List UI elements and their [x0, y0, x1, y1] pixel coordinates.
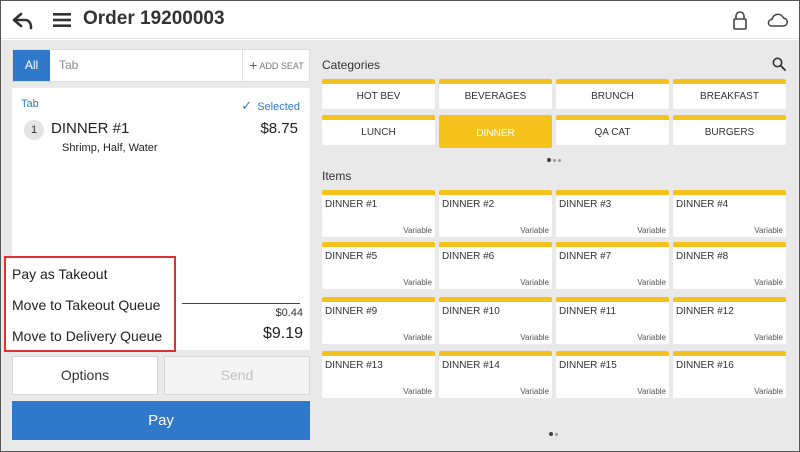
item-tile-name: DINNER #8: [676, 251, 729, 262]
categories-heading: Categories: [322, 58, 381, 72]
item-tile-name: DINNER #6: [442, 251, 495, 262]
item-tile-name: DINNER #16: [676, 360, 734, 371]
item-tile[interactable]: DINNER #1 Variable: [322, 190, 435, 237]
plus-icon: +: [249, 57, 258, 73]
menu-item-move-to-takeout-queue[interactable]: Move to Takeout Queue: [12, 297, 160, 313]
line-item-modifiers: Shrimp, Half, Water: [62, 142, 158, 154]
item-tile[interactable]: DINNER #13 Variable: [322, 351, 435, 398]
item-tile-name: DINNER #10: [442, 306, 500, 317]
line-item-name[interactable]: DINNER #1: [51, 120, 129, 137]
category-tile[interactable]: HOT BEV: [322, 79, 435, 109]
divider: [182, 303, 300, 304]
item-tile-name: DINNER #1: [325, 199, 378, 210]
category-tile[interactable]: BRUNCH: [556, 79, 669, 109]
item-tile-name: DINNER #7: [559, 251, 612, 262]
line-item-price: $8.75: [260, 120, 298, 137]
item-tile-price: Variable: [637, 226, 666, 235]
add-seat-button[interactable]: + ADD SEAT: [242, 50, 310, 81]
menu-item-move-to-delivery-queue[interactable]: Move to Delivery Queue: [12, 328, 162, 344]
tax-value: $0.44: [275, 307, 303, 319]
item-tile[interactable]: DINNER #12 Variable: [673, 297, 786, 344]
tab-all[interactable]: All: [13, 50, 50, 81]
item-tile-price: Variable: [403, 387, 432, 396]
add-seat-label: ADD SEAT: [259, 61, 304, 71]
selected-label: Selected: [257, 101, 300, 113]
item-tile-price: Variable: [637, 387, 666, 396]
item-tile-name: DINNER #11: [559, 306, 617, 317]
hamburger-menu-icon[interactable]: [52, 10, 72, 30]
item-tile[interactable]: DINNER #14 Variable: [439, 351, 552, 398]
item-tile[interactable]: DINNER #15 Variable: [556, 351, 669, 398]
item-tile-price: Variable: [520, 387, 549, 396]
seat-tabs: All Tab + ADD SEAT: [12, 49, 310, 82]
item-tile-price: Variable: [403, 278, 432, 287]
category-tile[interactable]: QA CAT: [556, 115, 669, 145]
category-tile[interactable]: BURGERS: [673, 115, 786, 145]
item-tile-price: Variable: [637, 278, 666, 287]
item-tile-name: DINNER #15: [559, 360, 617, 371]
item-tile-name: DINNER #14: [442, 360, 500, 371]
item-tile-name: DINNER #12: [676, 306, 734, 317]
item-tile-name: DINNER #3: [559, 199, 612, 210]
item-tile-price: Variable: [754, 333, 783, 342]
item-tile[interactable]: DINNER #4 Variable: [673, 190, 786, 237]
top-bar: Order 19200003: [1, 1, 799, 39]
item-tile[interactable]: DINNER #16 Variable: [673, 351, 786, 398]
category-tile[interactable]: DINNER: [439, 115, 552, 148]
items-page-indicator[interactable]: [549, 432, 569, 438]
item-tile[interactable]: DINNER #6 Variable: [439, 242, 552, 289]
item-tile[interactable]: DINNER #8 Variable: [673, 242, 786, 289]
item-tile[interactable]: DINNER #11 Variable: [556, 297, 669, 344]
tab-tab[interactable]: Tab: [59, 50, 78, 81]
item-tile[interactable]: DINNER #5 Variable: [322, 242, 435, 289]
send-button[interactable]: Send: [164, 356, 310, 395]
item-tile-price: Variable: [403, 226, 432, 235]
item-tile[interactable]: DINNER #3 Variable: [556, 190, 669, 237]
category-tile[interactable]: LUNCH: [322, 115, 435, 145]
item-tile-price: Variable: [403, 333, 432, 342]
item-tile-price: Variable: [520, 226, 549, 235]
context-menu: Pay as Takeout Move to Takeout Queue Mov…: [4, 256, 176, 352]
order-tab-label: Tab: [21, 98, 39, 110]
menu-item-pay-as-takeout[interactable]: Pay as Takeout: [12, 266, 107, 282]
category-tile[interactable]: BEVERAGES: [439, 79, 552, 109]
item-tile-price: Variable: [520, 333, 549, 342]
item-tile-name: DINNER #13: [325, 360, 383, 371]
item-tile-price: Variable: [637, 333, 666, 342]
category-tile[interactable]: BREAKFAST: [673, 79, 786, 109]
category-page-indicator[interactable]: [547, 158, 567, 164]
item-tile[interactable]: DINNER #9 Variable: [322, 297, 435, 344]
items-heading: Items: [322, 169, 352, 183]
item-tile-name: DINNER #9: [325, 306, 378, 317]
item-tile-price: Variable: [754, 387, 783, 396]
item-tile-name: DINNER #4: [676, 199, 729, 210]
item-tile-name: DINNER #2: [442, 199, 495, 210]
pay-button[interactable]: Pay: [12, 401, 310, 440]
item-tile-price: Variable: [754, 278, 783, 287]
quantity-badge: 1: [24, 120, 44, 140]
item-tile[interactable]: DINNER #2 Variable: [439, 190, 552, 237]
lock-icon[interactable]: [732, 10, 748, 30]
item-tile-price: Variable: [754, 226, 783, 235]
check-icon: ✓: [241, 98, 253, 113]
selected-indicator[interactable]: ✓ Selected: [241, 98, 300, 114]
item-tile-price: Variable: [520, 278, 549, 287]
cloud-icon[interactable]: [766, 12, 788, 28]
item-tile-name: DINNER #5: [325, 251, 378, 262]
search-icon[interactable]: [772, 57, 786, 71]
item-tile[interactable]: DINNER #7 Variable: [556, 242, 669, 289]
total-value: $9.19: [262, 325, 303, 342]
item-tile[interactable]: DINNER #10 Variable: [439, 297, 552, 344]
page-title: Order 19200003: [83, 8, 225, 29]
back-arrow-icon[interactable]: [11, 9, 35, 33]
options-button[interactable]: Options: [12, 356, 158, 395]
